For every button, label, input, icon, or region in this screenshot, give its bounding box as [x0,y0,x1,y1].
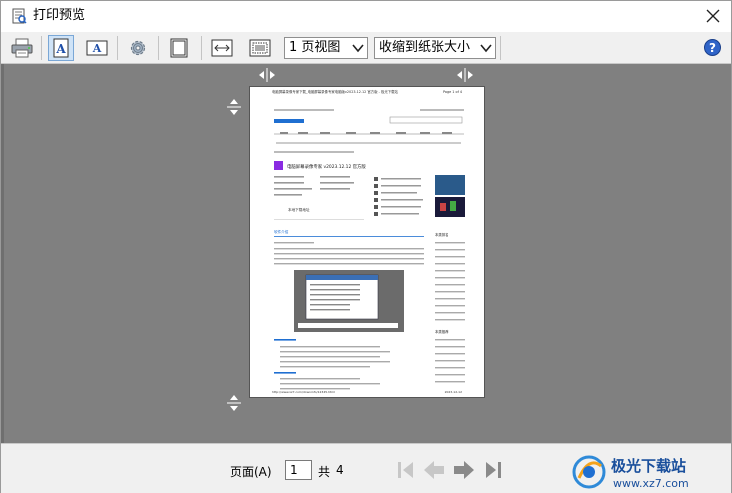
page-software-title: 电脑屏幕录像专家 v2023.12.12 官方版 [287,163,366,170]
bottom-margin-handle-icon[interactable] [227,394,241,412]
portrait-button[interactable]: A [48,35,74,61]
of-label: 共 [318,465,331,479]
page-footer-date: 2023-12-12 [445,390,463,394]
zoom-select-value: 收缩到纸张大小 [379,40,471,55]
landscape-button[interactable]: A [84,35,110,61]
landscape-page-icon: A [86,40,108,56]
print-button[interactable] [9,35,35,61]
full-page-button[interactable] [166,35,192,61]
previous-page-icon[interactable] [422,459,446,481]
page-width-icon [211,39,233,57]
page-header-left: 电脑屏幕录像专家下载_电脑屏幕录像专家电脑版v2023.12.12 官方版 - … [272,89,399,94]
next-page-icon[interactable] [452,459,476,481]
gear-icon [130,40,146,56]
preview-left-edge [1,64,4,443]
first-page-icon[interactable] [394,459,418,481]
toolbar-separator [117,36,118,60]
svg-text:?: ? [709,41,716,55]
toolbar-separator [500,36,501,60]
page-section-hot: 本类推荐 [435,329,449,334]
page-section-recommend: 本类排名 [435,232,449,237]
toolbar-separator [158,36,159,60]
printer-icon [11,38,33,58]
page-download-label: 本地下载地址 [288,207,310,212]
window-title: 打印预览 [33,8,86,23]
page-navigation-bar: 页面(A) 1 共 4 极光下载站 www.xz7.com [1,443,731,493]
view-select[interactable]: 1 页视图 [284,37,368,59]
page-header-right: Page 1 of 4 [443,90,462,94]
whole-page-button[interactable] [247,35,273,61]
page-thumbnail: 电脑屏幕录像专家下载_电脑屏幕录像专家电脑版v2023.12.12 官方版 - … [272,89,465,394]
close-icon [706,9,720,23]
preview-page[interactable]: 电脑屏幕录像专家下载_电脑屏幕录像专家电脑版v2023.12.12 官方版 - … [249,86,485,398]
watermark-logo: 极光下载站 www.xz7.com [572,455,689,490]
full-page-icon [170,38,188,58]
toolbar-separator [201,36,202,60]
chevron-down-icon [352,44,364,53]
zoom-select[interactable]: 收缩到纸张大小 [374,37,496,59]
title-bar: 打印预览 [1,1,731,32]
left-margin-handle-icon[interactable] [258,68,276,82]
page-label: 页面(A) [230,465,272,479]
print-preview-window: 打印预览 A A 1 页视图 收缩到纸张大小 ? 电脑屏幕录像专家下载_电脑屏幕… [0,0,732,493]
page-setup-button[interactable] [125,35,151,61]
toolbar-separator [41,36,42,60]
toolbar: A A 1 页视图 收缩到纸张大小 ? [1,32,731,64]
total-pages: 4 [336,463,344,477]
watermark-brand: 极光下载站 [611,457,686,475]
print-preview-icon [12,8,27,24]
last-page-icon[interactable] [481,459,505,481]
svg-text:A: A [55,42,66,56]
close-button[interactable] [699,3,727,29]
preview-area[interactable]: 电脑屏幕录像专家下载_电脑屏幕录像专家电脑版v2023.12.12 官方版 - … [1,64,731,443]
page-width-button[interactable] [209,35,235,61]
page-footer-url: http://www.xz7.com/downinfo/12345.html [272,390,335,394]
help-icon[interactable]: ? [704,39,721,56]
watermark-url: www.xz7.com [613,477,689,490]
right-margin-handle-icon[interactable] [456,68,474,82]
view-select-value: 1 页视图 [289,40,341,55]
top-margin-handle-icon[interactable] [227,98,241,116]
page-tab-intro: 软件介绍 [274,229,289,234]
page-number-input[interactable]: 1 [285,460,312,480]
whole-page-icon [249,39,271,57]
chevron-down-icon [480,44,492,53]
svg-text:A: A [92,42,102,55]
portrait-page-icon: A [53,38,69,58]
